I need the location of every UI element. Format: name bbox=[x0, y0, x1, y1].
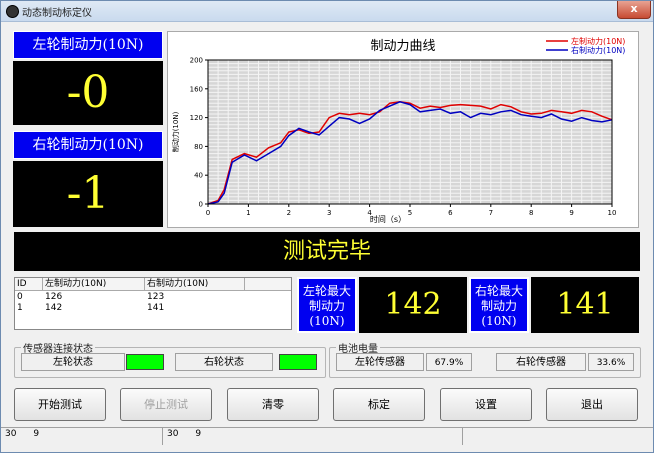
chart-svg: 制动力曲线 0 1 2 3 4 5 6 7 8 9 1004080120160200 时间（s） 制… bbox=[171, 36, 625, 224]
left-wheel-status-indicator bbox=[126, 354, 164, 370]
title-bar: 动态制动标定仪 x bbox=[1, 1, 653, 22]
y-tick-label: 200 bbox=[190, 57, 203, 65]
test-status-message: 测试完毕 bbox=[14, 232, 640, 271]
right-wheel-status-indicator bbox=[279, 354, 317, 370]
y-tick-label: 120 bbox=[190, 114, 203, 122]
y-tick-label: 80 bbox=[194, 143, 203, 151]
chart-legend: 左制动力(10N)右制动力(10N) bbox=[546, 36, 625, 55]
column-header-right-force[interactable]: 右制动力(10N) bbox=[145, 278, 245, 290]
status-seg2-b: 9 bbox=[195, 429, 202, 439]
x-tick-label: 1 bbox=[246, 209, 250, 217]
chart-y-axis-label: 制动力(10N) bbox=[171, 111, 180, 152]
cell-left-force: 142 bbox=[45, 303, 63, 313]
table-row[interactable]: 0 126 123 bbox=[15, 292, 291, 303]
cell-id: 0 bbox=[17, 292, 23, 302]
app-window: 动态制动标定仪 x 左轮制动力(10N) -0 右轮制动力(10N) -1 制动… bbox=[0, 0, 654, 453]
left-wheel-status-label: 左轮状态 bbox=[21, 353, 125, 371]
window-title: 动态制动标定仪 bbox=[22, 8, 92, 19]
left-force-label: 左轮制动力(10N) bbox=[13, 31, 163, 59]
legend-label-0: 左制动力(10N) bbox=[571, 36, 625, 46]
x-tick-label: 3 bbox=[327, 209, 331, 217]
battery-group: 电池电量 左轮传感器 67.9% 右轮传感器 33.6% bbox=[329, 340, 641, 378]
left-max-value: 142 bbox=[359, 277, 467, 333]
close-button[interactable]: x bbox=[617, 1, 651, 19]
y-tick-label: 40 bbox=[194, 172, 203, 180]
cell-right-force: 123 bbox=[147, 292, 165, 302]
left-sensor-battery-label: 左轮传感器 bbox=[336, 353, 424, 371]
stop-test-button[interactable]: 停止测试 bbox=[120, 388, 212, 421]
right-force-value: -1 bbox=[13, 161, 163, 227]
y-tick-label: 160 bbox=[190, 85, 203, 93]
status-seg1-a: 30 bbox=[5, 429, 17, 439]
x-tick-label: 6 bbox=[448, 209, 453, 217]
right-wheel-status-label: 右轮状态 bbox=[175, 353, 273, 371]
x-tick-label: 5 bbox=[408, 209, 412, 217]
cell-left-force: 126 bbox=[45, 292, 63, 302]
x-tick-label: 2 bbox=[287, 209, 291, 217]
start-test-button[interactable]: 开始测试 bbox=[14, 388, 106, 421]
column-header-id[interactable]: ID bbox=[15, 278, 43, 290]
left-sensor-battery-value: 67.9% bbox=[426, 353, 472, 371]
left-max-label-line2: 制动力 bbox=[308, 299, 345, 313]
cell-right-force: 141 bbox=[147, 303, 165, 313]
brake-force-chart: 制动力曲线 0 1 2 3 4 5 6 7 8 9 10 0 40 80 120 160 200 时间（s） 制… bbox=[167, 31, 639, 228]
x-tick-label: 8 bbox=[529, 209, 533, 217]
right-max-label: 右轮最大 制动力 (10N) bbox=[469, 277, 529, 333]
left-max-label: 左轮最大 制动力 (10N) bbox=[297, 277, 357, 333]
sensor-status-group: 传感器连接状态 左轮状态 右轮状态 bbox=[14, 340, 326, 378]
right-max-label-line2: 制动力 bbox=[480, 299, 517, 313]
x-tick-label: 10 bbox=[608, 209, 617, 217]
legend-label-1: 右制动力(10N) bbox=[571, 45, 625, 55]
status-seg2-a: 30 bbox=[167, 429, 179, 439]
app-icon bbox=[6, 5, 19, 18]
column-header-left-force[interactable]: 左制动力(10N) bbox=[43, 278, 145, 290]
left-max-label-line3: (10N) bbox=[309, 314, 345, 328]
status-segment-1: 30 9 bbox=[1, 428, 163, 445]
right-force-label: 右轮制动力(10N) bbox=[13, 131, 163, 159]
table-row[interactable]: 1 142 141 bbox=[15, 303, 291, 314]
right-max-label-line3: (10N) bbox=[481, 314, 517, 328]
x-tick-label: 9 bbox=[569, 209, 573, 217]
right-max-value: 141 bbox=[531, 277, 639, 333]
table-header: ID 左制动力(10N) 右制动力(10N) bbox=[15, 278, 291, 291]
status-seg1-b: 9 bbox=[33, 429, 40, 439]
right-max-label-line1: 右轮最大 bbox=[474, 284, 523, 298]
chart-x-axis-label: 时间（s） bbox=[370, 214, 406, 224]
zero-button[interactable]: 清零 bbox=[227, 388, 319, 421]
status-segment-3 bbox=[463, 428, 653, 445]
status-segment-2: 30 9 bbox=[163, 428, 463, 445]
results-table[interactable]: ID 左制动力(10N) 右制动力(10N) 0 126 123 1 142 1… bbox=[14, 277, 292, 330]
right-sensor-battery-value: 33.6% bbox=[588, 353, 634, 371]
settings-button[interactable]: 设置 bbox=[440, 388, 532, 421]
calibrate-button[interactable]: 标定 bbox=[333, 388, 425, 421]
y-tick-label: 0 bbox=[199, 201, 203, 209]
status-strip: 30 9 30 9 bbox=[1, 427, 653, 445]
cell-id: 1 bbox=[17, 303, 23, 313]
x-tick-label: 7 bbox=[489, 209, 493, 217]
exit-button[interactable]: 退出 bbox=[546, 388, 638, 421]
chart-title: 制动力曲线 bbox=[370, 39, 435, 54]
left-max-label-line1: 左轮最大 bbox=[302, 284, 351, 298]
left-force-value: -0 bbox=[13, 61, 163, 125]
right-sensor-battery-label: 右轮传感器 bbox=[496, 353, 586, 371]
x-tick-label: 0 bbox=[206, 209, 210, 217]
chart-grid bbox=[207, 59, 613, 205]
